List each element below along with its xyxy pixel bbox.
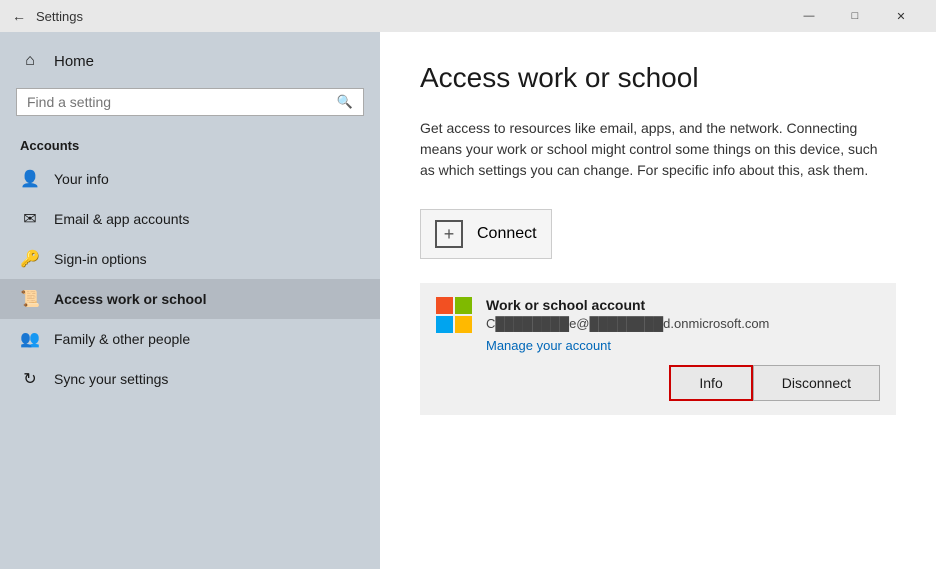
app-body: ⌂ Home 🔍 Accounts 👤 Your info ✉ Email & … — [0, 32, 936, 569]
sidebar-item-access-work-school[interactable]: 📜 Access work or school — [0, 279, 380, 319]
sidebar-section-accounts: Accounts — [0, 130, 380, 159]
sidebar-item-label: Email & app accounts — [54, 211, 189, 227]
titlebar: ← Settings — □ ✕ — [0, 0, 936, 32]
sidebar-item-label: Access work or school — [54, 291, 207, 307]
account-card: Work or school account C████████e@██████… — [420, 283, 896, 415]
description-text: Get access to resources like email, apps… — [420, 118, 896, 181]
window-controls: — □ ✕ — [786, 0, 924, 32]
account-actions: Info Disconnect — [436, 365, 880, 401]
sidebar-item-sync-settings[interactable]: ↻ Sync your settings — [0, 359, 380, 399]
close-button[interactable]: ✕ — [878, 0, 924, 32]
maximize-button[interactable]: □ — [832, 0, 878, 32]
ms-square-yellow — [455, 316, 472, 333]
titlebar-title: Settings — [36, 9, 786, 24]
minimize-button[interactable]: — — [786, 0, 832, 32]
sidebar-item-signin-options[interactable]: 🔑 Sign-in options — [0, 239, 380, 279]
sidebar-item-label: Sign-in options — [54, 251, 147, 267]
sidebar-home-label: Home — [54, 53, 94, 70]
key-icon: 🔑 — [20, 249, 40, 269]
ms-square-blue — [436, 316, 453, 333]
sidebar-item-family-other-people[interactable]: 👥 Family & other people — [0, 319, 380, 359]
connect-button[interactable]: + Connect — [420, 209, 552, 259]
account-card-top: Work or school account C████████e@██████… — [436, 297, 880, 355]
sidebar-item-label: Sync your settings — [54, 371, 168, 387]
search-box[interactable]: 🔍 — [16, 88, 364, 116]
sidebar-item-label: Your info — [54, 171, 109, 187]
sidebar: ⌂ Home 🔍 Accounts 👤 Your info ✉ Email & … — [0, 32, 380, 569]
plus-icon: + — [435, 220, 463, 248]
account-info: Work or school account C████████e@██████… — [486, 297, 880, 355]
search-icon: 🔍 — [337, 94, 353, 110]
back-button[interactable]: ← — [12, 8, 26, 24]
sidebar-item-email-accounts[interactable]: ✉ Email & app accounts — [0, 199, 380, 239]
ms-square-green — [455, 297, 472, 314]
info-button[interactable]: Info — [669, 365, 752, 401]
microsoft-logo — [436, 297, 472, 333]
account-email: C████████e@████████d.onmicrosoft.com — [486, 316, 880, 331]
connect-label: Connect — [477, 225, 537, 243]
briefcase-icon: 📜 — [20, 289, 40, 309]
sidebar-item-your-info[interactable]: 👤 Your info — [0, 159, 380, 199]
home-icon: ⌂ — [20, 52, 40, 70]
ms-square-red — [436, 297, 453, 314]
page-title: Access work or school — [420, 62, 896, 94]
account-name: Work or school account — [486, 297, 880, 313]
sidebar-item-home[interactable]: ⌂ Home — [0, 42, 380, 80]
sync-icon: ↻ — [20, 369, 40, 389]
sidebar-item-label: Family & other people — [54, 331, 190, 347]
email-icon: ✉ — [20, 209, 40, 229]
your-info-icon: 👤 — [20, 169, 40, 189]
family-icon: 👥 — [20, 329, 40, 349]
disconnect-button[interactable]: Disconnect — [753, 365, 880, 401]
search-input[interactable] — [27, 94, 329, 110]
main-panel: Access work or school Get access to reso… — [380, 32, 936, 569]
manage-account-link[interactable]: Manage your account — [486, 338, 611, 353]
